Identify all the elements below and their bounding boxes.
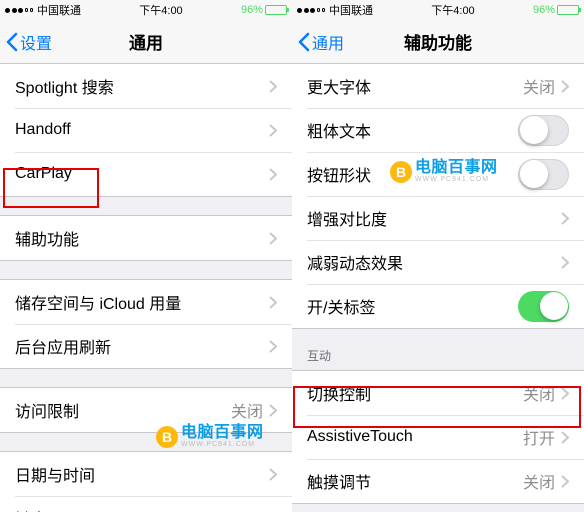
status-bar: 中国联通 下午4:00 96% (292, 0, 584, 20)
cell-carplay[interactable]: CarPlay (0, 152, 292, 196)
right-screen: 中国联通 下午4:00 96% 通用 辅助功能 更大字体 关闭 (292, 0, 584, 512)
back-label: 设置 (20, 30, 52, 54)
chevron-left-icon (298, 32, 310, 52)
chevron-right-icon (561, 80, 569, 93)
button-shapes-switch[interactable] (518, 159, 569, 190)
battery-indicator: 96% (533, 4, 579, 16)
chevron-right-icon (269, 404, 277, 417)
section-header-interaction: 互动 (292, 329, 584, 370)
chevron-right-icon (561, 431, 569, 444)
chevron-right-icon (269, 340, 277, 353)
content-area[interactable]: 更大字体 关闭 粗体文本 按钮形状 增强对比度 减弱动态效果 (292, 64, 584, 512)
chevron-right-icon (269, 124, 277, 137)
cell-button-shapes[interactable]: 按钮形状 (292, 152, 584, 196)
cell-onoff-labels[interactable]: 开/关标签 (292, 284, 584, 328)
chevron-right-icon (269, 80, 277, 93)
signal-dots-icon (5, 8, 33, 13)
chevron-right-icon (269, 168, 277, 181)
battery-indicator: 96% (241, 4, 287, 16)
bold-text-switch[interactable] (518, 115, 569, 146)
chevron-right-icon (269, 468, 277, 481)
cell-restrictions[interactable]: 访问限制 关闭 (0, 388, 292, 432)
navbar: 设置 通用 (0, 20, 292, 64)
navbar: 通用 辅助功能 (292, 20, 584, 64)
carrier-label: 中国联通 (37, 2, 81, 18)
carrier-label: 中国联通 (329, 2, 373, 18)
chevron-right-icon (561, 256, 569, 269)
cell-reduce-motion[interactable]: 减弱动态效果 (292, 240, 584, 284)
status-bar: 中国联通 下午4:00 96% (0, 0, 292, 20)
back-button[interactable]: 通用 (292, 30, 344, 54)
left-screen: 中国联通 下午4:00 96% 设置 通用 Spotlight 搜索 (0, 0, 292, 512)
cell-spotlight[interactable]: Spotlight 搜索 (0, 64, 292, 108)
cell-switch-control[interactable]: 切换控制 关闭 (292, 371, 584, 415)
back-label: 通用 (312, 30, 344, 54)
chevron-right-icon (561, 387, 569, 400)
cell-increase-contrast[interactable]: 增强对比度 (292, 196, 584, 240)
back-button[interactable]: 设置 (0, 30, 52, 54)
cell-touch-accom[interactable]: 触摸调节 关闭 (292, 459, 584, 503)
cell-handoff[interactable]: Handoff (0, 108, 292, 152)
cell-larger-text[interactable]: 更大字体 关闭 (292, 64, 584, 108)
chevron-right-icon (269, 296, 277, 309)
status-time: 下午4:00 (431, 2, 474, 18)
chevron-left-icon (6, 32, 18, 52)
status-time: 下午4:00 (139, 2, 182, 18)
chevron-right-icon (561, 212, 569, 225)
signal-dots-icon (297, 8, 325, 13)
chevron-right-icon (269, 232, 277, 245)
content-area[interactable]: Spotlight 搜索 Handoff CarPlay 辅助功能 (0, 64, 292, 512)
cell-accessibility[interactable]: 辅助功能 (0, 216, 292, 260)
cell-keyboard[interactable]: 键盘 (0, 496, 292, 512)
cell-bgrefresh[interactable]: 后台应用刷新 (0, 324, 292, 368)
chevron-right-icon (561, 475, 569, 488)
cell-datetime[interactable]: 日期与时间 (0, 452, 292, 496)
cell-storage[interactable]: 储存空间与 iCloud 用量 (0, 280, 292, 324)
cell-assistive-touch[interactable]: AssistiveTouch 打开 (292, 415, 584, 459)
cell-bold-text[interactable]: 粗体文本 (292, 108, 584, 152)
onoff-labels-switch[interactable] (518, 291, 569, 322)
